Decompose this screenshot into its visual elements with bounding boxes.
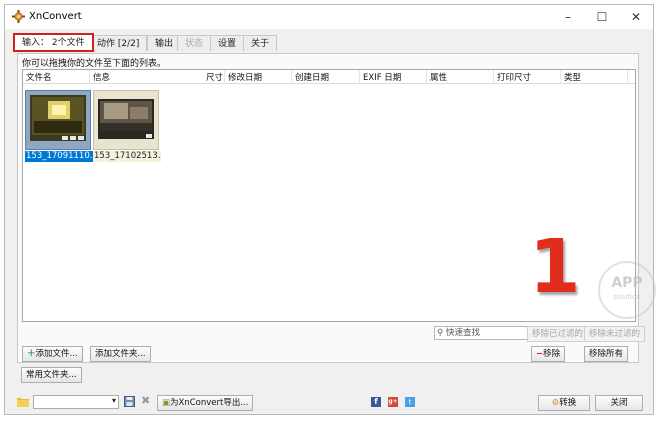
input-panel: 你可以拖拽你的文件至下面的列表。 文件名 信息 ^ 尺寸 修改日期 创建日期 E… [17,53,646,363]
tab-input[interactable]: 输入： 2个文件 [13,33,94,52]
convert-button[interactable]: ⚙转换 [538,395,590,411]
list-header: 文件名 信息 ^ 尺寸 修改日期 创建日期 EXIF 日期 属性 打印尺寸 类型 [23,70,635,84]
google-plus-icon[interactable]: g+ [388,397,398,407]
column-divider [291,70,292,84]
convert-label: 转换 [559,398,577,408]
remove-all-button[interactable]: 移除所有 [584,346,629,362]
minimize-button[interactable]: – [551,5,585,29]
column-print-size[interactable]: 打印尺寸 [497,71,531,83]
column-modified-date[interactable]: 修改日期 [228,71,262,83]
search-icon: ⚲ [437,328,444,338]
tab-output[interactable]: 输出 [147,35,182,51]
add-file-button[interactable]: ＋添加文件... [22,346,83,362]
window-title: XnConvert [29,11,82,22]
remove-button[interactable]: −移除 [531,346,566,362]
file-thumbnail[interactable] [93,90,159,150]
tab-status[interactable]: 状态 [177,35,212,51]
file-thumbnail[interactable] [25,90,91,150]
watermark-solution: solution [613,293,641,301]
column-divider [426,70,427,84]
remove-filtered-button[interactable]: 移除已过滤的 [527,326,589,342]
save-icon[interactable] [124,396,135,407]
step-number: 1 [529,224,581,310]
quick-search-input[interactable]: ⚲ 快速查找 [434,326,540,340]
remove-label: 移除 [543,349,561,359]
export-button[interactable]: ▣为XnConvert导出... [157,395,254,411]
close-button[interactable]: 关闭 [595,395,643,411]
add-icon: ＋ [27,349,36,359]
column-created-date[interactable]: 创建日期 [295,71,329,83]
preset-select[interactable]: ▾ [33,395,119,409]
column-divider [560,70,561,84]
app-solution-watermark: APP solution [598,261,656,319]
title-bar: XnConvert – ☐ ✕ [5,5,653,29]
tab-about[interactable]: 关于 [243,35,278,51]
column-divider [89,70,90,84]
photo-thumbnail-icon [98,99,154,139]
twitter-icon[interactable]: t [405,397,415,407]
remove-unfiltered-button[interactable]: 移除未过滤的 [584,326,646,342]
add-folder-button[interactable]: 添加文件夹... [90,346,151,362]
column-divider [493,70,494,84]
drag-hint: 你可以拖拽你的文件至下面的列表。 [22,59,167,69]
tab-bar: 输入： 2个文件 动作 [2/2] 输出 状态 设置 关于 [5,29,653,55]
column-divider [627,70,628,84]
search-placeholder: 快速查找 [445,328,480,338]
common-folders-button[interactable]: 常用文件夹... [21,367,82,383]
tab-actions[interactable]: 动作 [2/2] [89,35,148,51]
column-info[interactable]: 信息 [93,71,110,83]
column-type[interactable]: 类型 [564,71,581,83]
export-label: 为XnConvert导出... [170,398,249,408]
chevron-down-icon: ▾ [111,396,116,405]
app-window: XnConvert – ☐ ✕ 输入： 2个文件 动作 [2/2] 输出 状态 … [4,4,656,415]
file-name-label[interactable]: 153_17091110... [25,151,93,162]
maximize-button[interactable]: ☐ [585,5,619,29]
column-exif-date[interactable]: EXIF 日期 [363,71,401,83]
column-attributes[interactable]: 属性 [430,71,447,83]
column-filename[interactable]: 文件名 [26,71,52,83]
column-divider [359,70,360,84]
facebook-icon[interactable]: f [371,397,381,407]
tab-settings[interactable]: 设置 [210,35,245,51]
photo-thumbnail-icon [30,95,86,141]
export-icon: ▣ [162,398,171,408]
folder-icon[interactable] [17,396,29,407]
column-size[interactable]: 尺寸 [206,71,223,83]
close-window-button[interactable]: ✕ [619,5,653,29]
sort-caret-icon: ^ [123,69,131,77]
bottom-toolbar: ▾ ✖ ▣为XnConvert导出... f g+ t ⚙转换 关闭 [5,391,653,415]
watermark-app: APP [611,275,643,291]
add-file-label: 添加文件... [35,349,78,359]
file-name-label[interactable]: 153_17102513... [93,151,161,162]
column-divider [224,70,225,84]
delete-preset-icon[interactable]: ✖ [141,394,150,407]
xnconvert-logo-icon [12,10,25,23]
